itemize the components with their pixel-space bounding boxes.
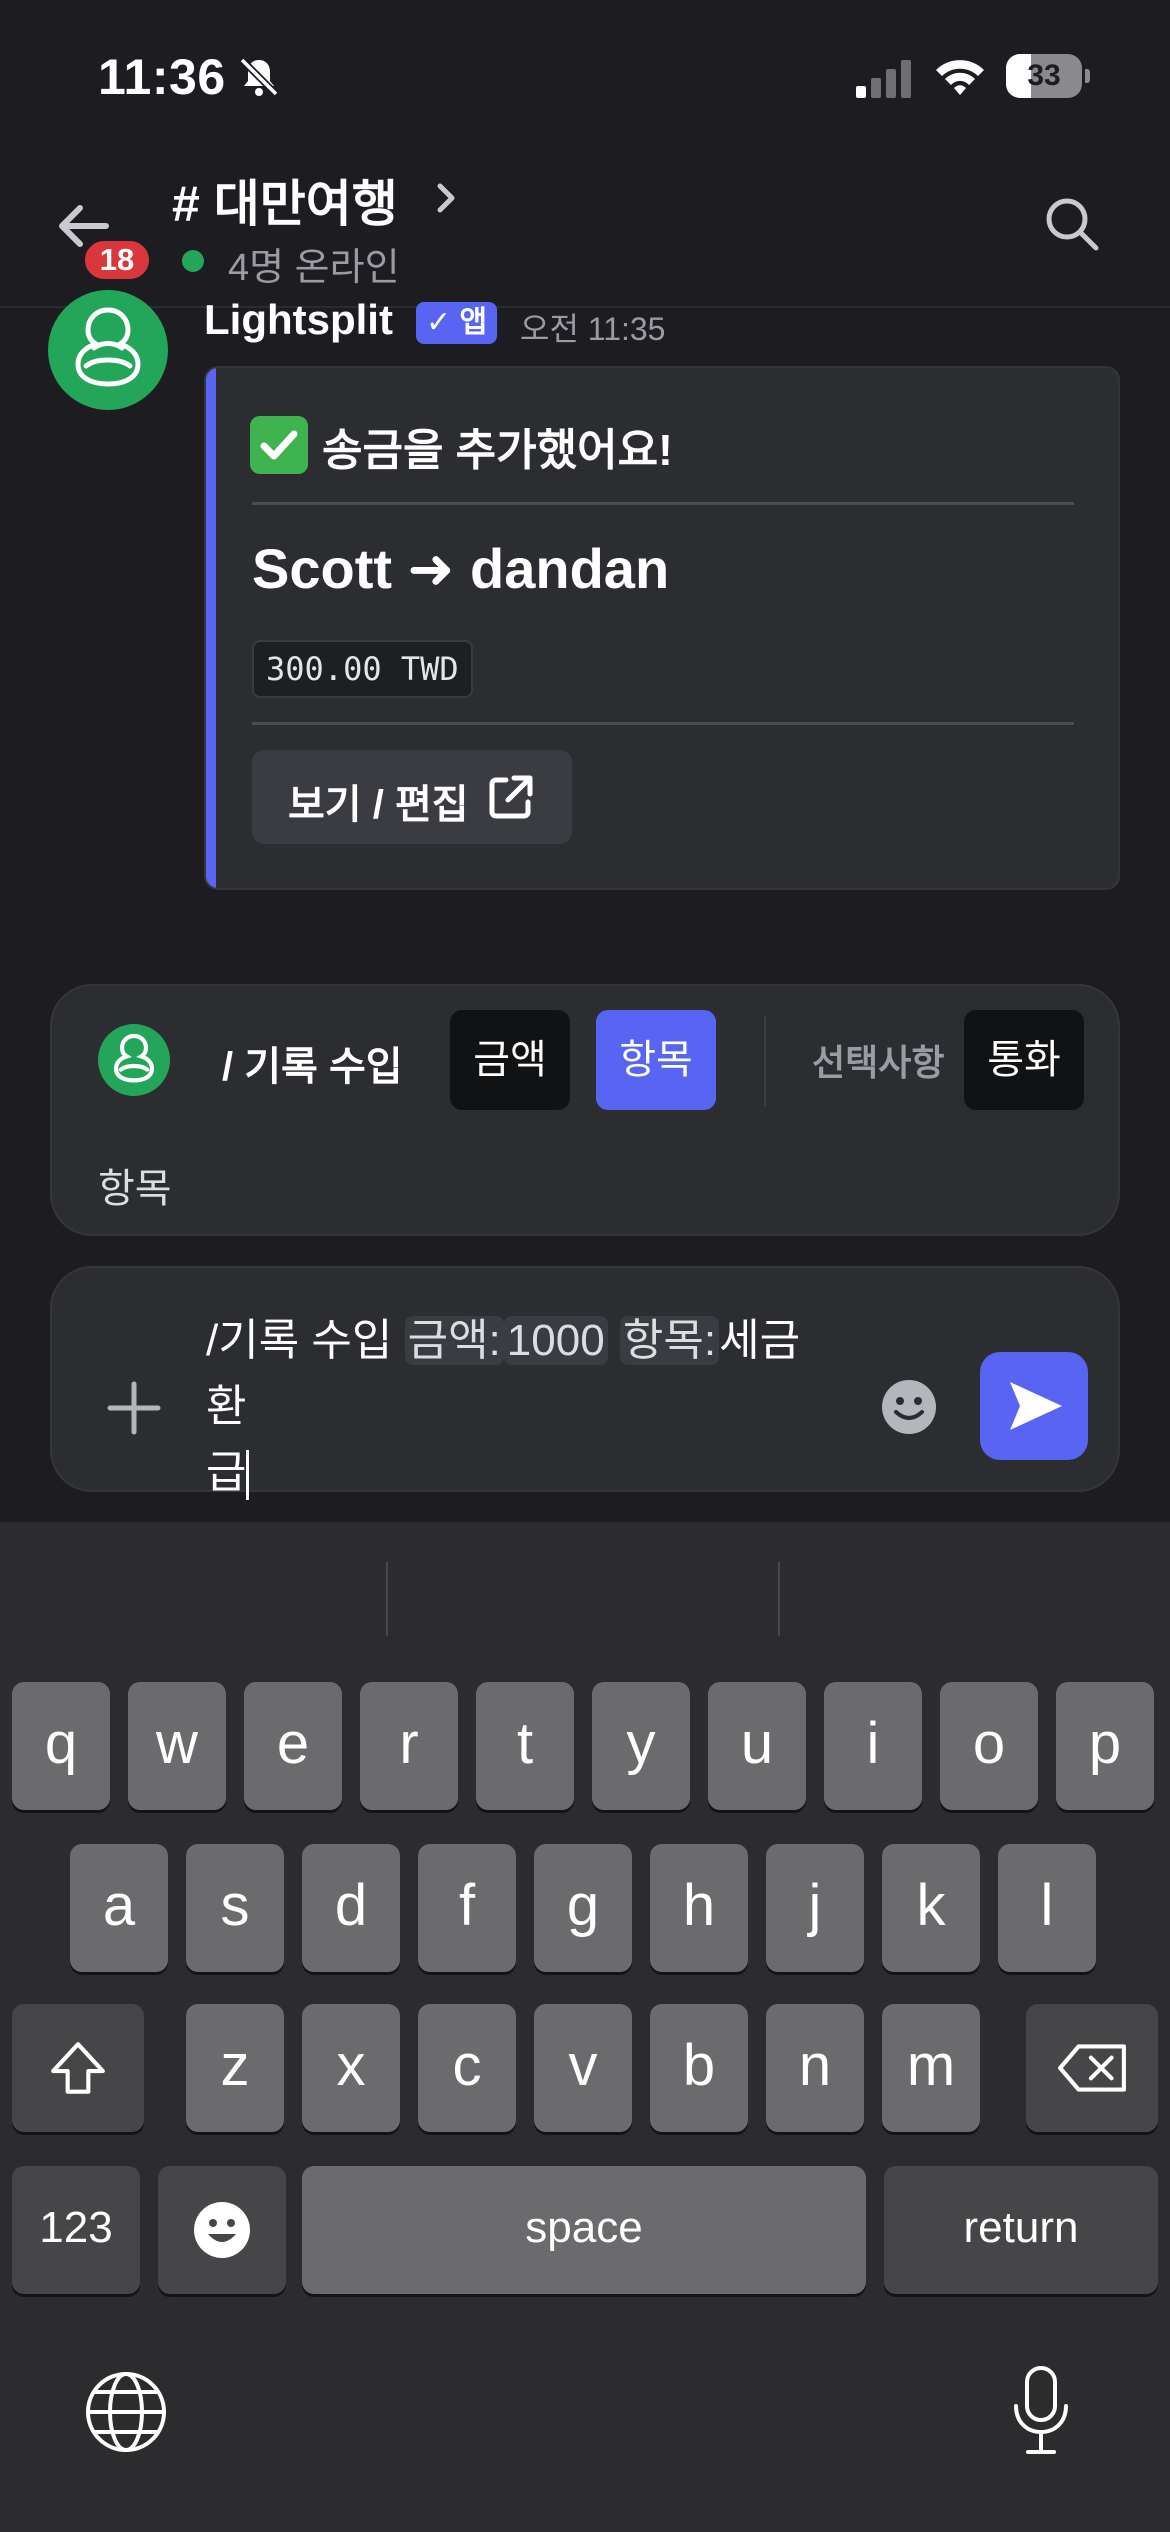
embed-accent-bar	[206, 368, 216, 888]
numbers-key[interactable]: 123	[12, 2166, 140, 2294]
embed-divider	[252, 722, 1074, 725]
emoji-key[interactable]	[158, 2166, 286, 2294]
amount-option-key: 금액:	[404, 1316, 504, 1365]
status-time: 11:36	[98, 49, 226, 105]
key-i[interactable]: i	[824, 1682, 922, 1810]
emoji-icon	[194, 2202, 250, 2258]
bot-avatar[interactable]	[48, 290, 168, 410]
key-p[interactable]: p	[1056, 1682, 1154, 1810]
backspace-icon	[1058, 2044, 1126, 2092]
message-input[interactable]: /기록 수입 금액: 1000 항목:세금 환급	[206, 1308, 846, 1506]
suggestion-divider	[778, 1562, 780, 1636]
shift-icon	[51, 2042, 105, 2094]
embed-divider	[252, 502, 1074, 505]
command-app-icon	[98, 1024, 170, 1096]
item-option-value-cont: 급	[206, 1448, 247, 1497]
bell-slash-icon	[239, 57, 279, 97]
message-author[interactable]: Lightsplit	[204, 296, 393, 344]
return-key[interactable]: return	[884, 2166, 1158, 2294]
lightsplit-logo-icon	[75, 307, 141, 387]
channel-title[interactable]: # 대만여행	[172, 164, 398, 236]
option-chip-item[interactable]: 항목	[596, 1010, 716, 1110]
key-n[interactable]: n	[766, 2004, 864, 2132]
check-mark-icon	[250, 416, 308, 474]
plus-icon[interactable]	[104, 1378, 164, 1438]
amount-code: 300.00 TWD	[252, 640, 473, 698]
key-k[interactable]: k	[882, 1844, 980, 1972]
key-d[interactable]: d	[302, 1844, 400, 1972]
optional-label: 선택사항	[812, 1042, 945, 1083]
key-w[interactable]: w	[128, 1682, 226, 1810]
delete-key[interactable]	[1026, 2004, 1158, 2132]
key-t[interactable]: t	[476, 1682, 574, 1810]
key-z[interactable]: z	[186, 2004, 284, 2132]
key-c[interactable]: c	[418, 2004, 516, 2132]
online-status-dot	[182, 250, 204, 272]
battery-icon: 33	[1006, 54, 1090, 100]
key-f[interactable]: f	[418, 1844, 516, 1972]
send-icon	[1010, 1382, 1062, 1430]
option-chip-currency[interactable]: 통화	[964, 1010, 1084, 1110]
chip-separator	[764, 1016, 766, 1106]
send-button[interactable]	[980, 1352, 1088, 1460]
microphone-icon[interactable]	[1010, 2364, 1072, 2456]
suggestion-divider	[386, 1562, 388, 1636]
text-cursor	[246, 1450, 250, 1501]
emoji-icon[interactable]	[880, 1378, 938, 1436]
search-icon[interactable]	[1042, 194, 1102, 254]
shift-key[interactable]	[12, 2004, 144, 2132]
command-name: / 기록 수입	[222, 1045, 403, 1089]
option-chip-amount[interactable]: 금액	[450, 1010, 570, 1110]
external-link-icon	[489, 775, 533, 819]
lightsplit-logo-icon	[113, 1033, 155, 1083]
key-m[interactable]: m	[882, 2004, 980, 2132]
option-description: 항목	[98, 1167, 172, 1211]
key-u[interactable]: u	[708, 1682, 806, 1810]
message-timestamp: 오전 11:35	[520, 311, 666, 347]
view-edit-label: 보기 / 편집	[288, 783, 469, 827]
key-e[interactable]: e	[244, 1682, 342, 1810]
wifi-icon	[936, 60, 984, 95]
key-b[interactable]: b	[650, 2004, 748, 2132]
app-tag: ✓ 앱	[416, 302, 498, 344]
amount-option-value: 1000	[503, 1316, 608, 1365]
key-a[interactable]: a	[70, 1844, 168, 1972]
embed-title: 송금을 추가했어요!	[322, 426, 673, 475]
signal-icon	[856, 60, 911, 98]
key-v[interactable]: v	[534, 2004, 632, 2132]
command-prefix: /기록 수입	[206, 1316, 405, 1365]
key-y[interactable]: y	[592, 1682, 690, 1810]
key-x[interactable]: x	[302, 2004, 400, 2132]
chevron-right-icon[interactable]	[430, 178, 464, 218]
item-option-key: 항목:	[619, 1316, 720, 1365]
online-count: 4명 온라인	[228, 247, 400, 289]
key-s[interactable]: s	[186, 1844, 284, 1972]
transfer-description: Scott ➜ dandan	[252, 537, 670, 600]
key-o[interactable]: o	[940, 1682, 1038, 1810]
key-r[interactable]: r	[360, 1682, 458, 1810]
globe-icon[interactable]	[84, 2370, 168, 2454]
battery-level: 33	[1027, 59, 1061, 92]
key-g[interactable]: g	[534, 1844, 632, 1972]
key-l[interactable]: l	[998, 1844, 1096, 1972]
unread-badge: 18	[80, 236, 154, 284]
key-q[interactable]: q	[12, 1682, 110, 1810]
view-edit-button[interactable]: 보기 / 편집	[252, 750, 572, 844]
command-panel	[50, 984, 1120, 1236]
space-key[interactable]: space	[302, 2166, 866, 2294]
key-j[interactable]: j	[766, 1844, 864, 1972]
key-h[interactable]: h	[650, 1844, 748, 1972]
